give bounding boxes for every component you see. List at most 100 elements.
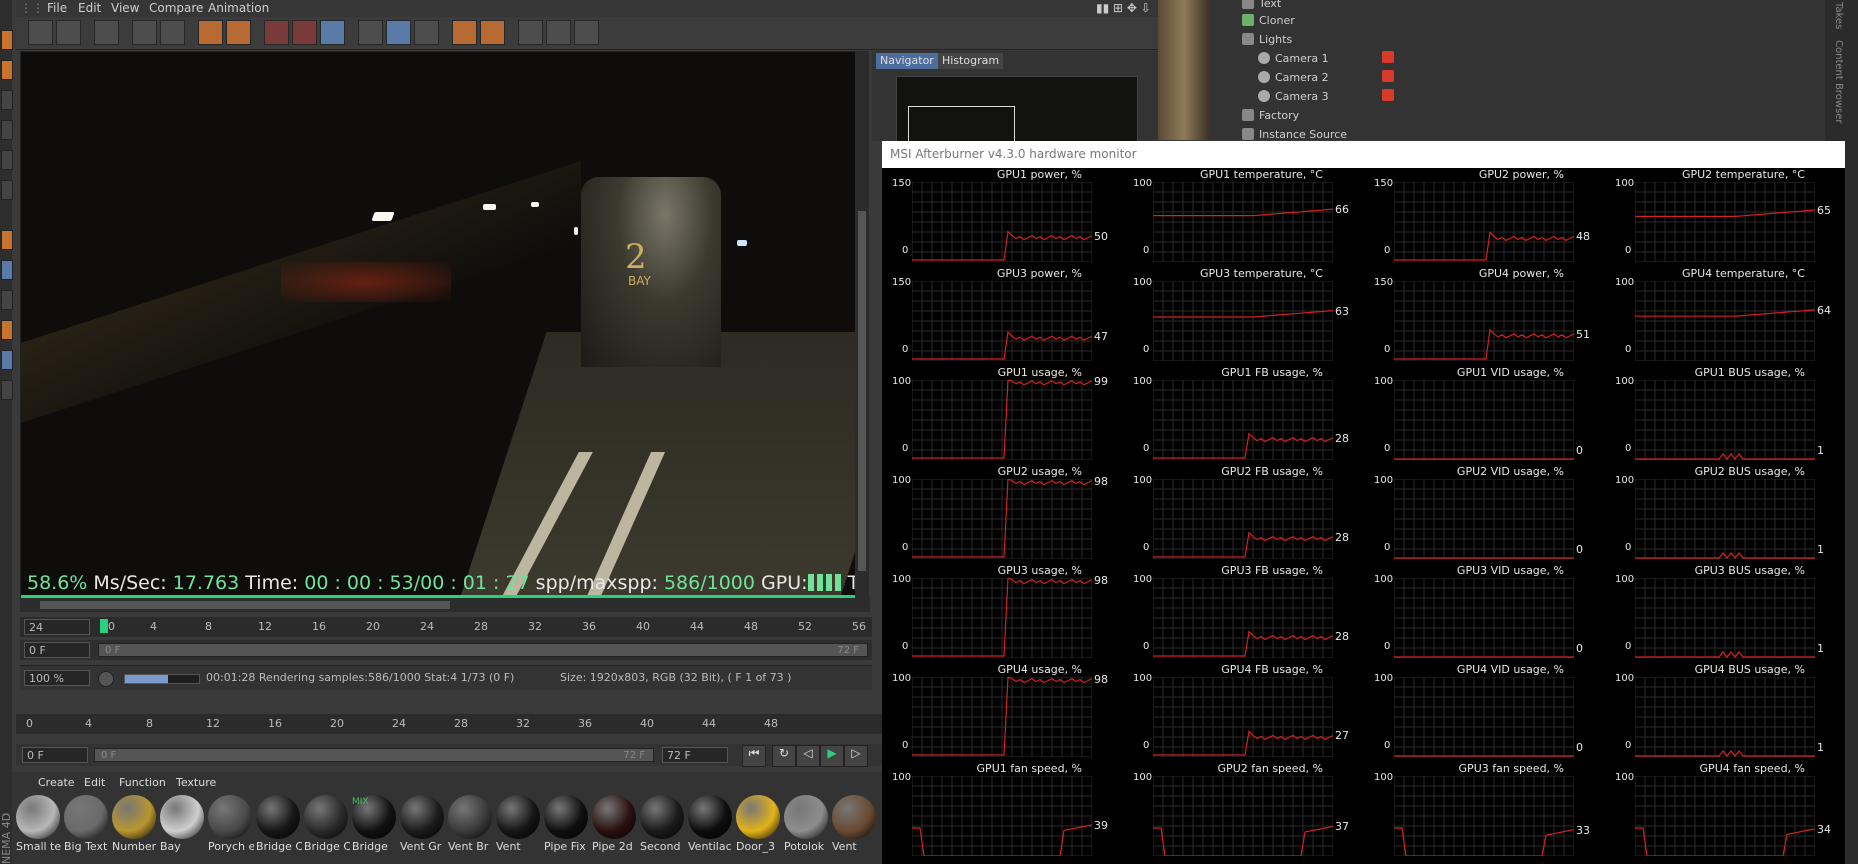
zoom-icon[interactable] (160, 20, 185, 45)
menu-function[interactable]: Function (119, 776, 166, 789)
ab-icon[interactable] (358, 20, 383, 45)
render-settings-icon[interactable] (320, 20, 345, 45)
render-region-icon[interactable] (264, 20, 289, 45)
material-ball[interactable] (160, 795, 204, 839)
ab-compare-icon[interactable] (386, 20, 411, 45)
panel-layout-icon[interactable]: ▮▮ ⊞ ✥ ⇩ (1096, 1, 1151, 15)
material-ball[interactable] (112, 795, 156, 839)
object-row[interactable]: Camera 2 (1258, 68, 1329, 87)
material-ball[interactable] (304, 795, 348, 839)
main-start-field[interactable]: 0 F (22, 747, 88, 763)
main-timeline-ruler[interactable]: 0 4 8 12 16 20 24 28 32 36 40 44 48 (16, 714, 882, 734)
tab-navigator[interactable]: Navigator (876, 53, 938, 69)
material-ball[interactable] (448, 795, 492, 839)
render-viewport[interactable]: 2 BAY 58.6% Ms/Sec: 17.763 Time: 00 : 00… (20, 51, 857, 600)
step-forward-icon[interactable]: ▷ (844, 745, 868, 767)
graph-label: GPU2 fan speed, % (1217, 762, 1323, 775)
material-ball[interactable] (64, 795, 108, 839)
menu-file[interactable]: File (47, 1, 67, 15)
paste-icon[interactable] (226, 20, 251, 45)
tab-content-browser[interactable]: Content Browser (1833, 40, 1844, 123)
menu-animation[interactable]: Animation (208, 1, 269, 15)
scroll-thumb[interactable] (40, 601, 450, 609)
camera-tag-icon[interactable] (1382, 70, 1394, 82)
go-to-start-icon[interactable]: ⏮ (742, 745, 766, 767)
tool-icon[interactable] (1, 290, 13, 310)
menu-compare[interactable]: Compare (149, 1, 203, 15)
zoom-field[interactable]: 100 % (24, 670, 90, 686)
menu-edit[interactable]: Edit (84, 776, 105, 789)
save-icon[interactable] (56, 20, 81, 45)
material-ball[interactable] (400, 795, 444, 839)
material-ball[interactable] (544, 795, 588, 839)
menu-texture[interactable]: Texture (176, 776, 216, 789)
scroll-thumb[interactable] (858, 211, 866, 571)
main-range-slider[interactable]: 0 F 72 F (94, 748, 654, 762)
set-a-icon[interactable] (452, 20, 477, 45)
playhead[interactable] (100, 619, 108, 633)
play-icon[interactable]: ▶ (820, 745, 844, 767)
tool-icon[interactable] (1, 180, 13, 200)
viewport-vertical-scrollbar[interactable] (855, 51, 869, 598)
viewport-horizontal-scrollbar[interactable] (20, 598, 870, 612)
frame-field[interactable]: 24 (24, 619, 90, 635)
menu-create[interactable]: Create (38, 776, 75, 789)
tab-takes[interactable]: Takes (1833, 2, 1844, 29)
material-ball[interactable] (736, 795, 780, 839)
material-ball[interactable] (832, 795, 876, 839)
copy-icon[interactable] (198, 20, 223, 45)
split-horizontal-icon[interactable] (518, 20, 543, 45)
viewer-timeline-ruler[interactable]: 24 0 4 8 12 16 20 24 28 32 36 40 44 48 5… (20, 617, 872, 637)
camera-tag-icon[interactable] (1382, 89, 1394, 101)
msi-graph: GPU2 temperature, °C 100 0 65 (1605, 168, 1845, 267)
object-row[interactable]: Factory (1242, 106, 1299, 125)
material-ball[interactable] (208, 795, 252, 839)
crosshair-icon[interactable] (132, 20, 157, 45)
main-end-field[interactable]: 72 F (662, 747, 728, 763)
object-row[interactable]: Camera 1 (1258, 49, 1329, 68)
material-ball[interactable] (256, 795, 300, 839)
menu-view[interactable]: View (111, 1, 139, 15)
tool-icon[interactable] (1, 150, 13, 170)
set-b-icon[interactable] (480, 20, 505, 45)
material-ball[interactable] (640, 795, 684, 839)
tool-icon[interactable] (1, 230, 13, 250)
camera-tag-icon[interactable] (1382, 51, 1394, 63)
render-frame-icon[interactable] (292, 20, 317, 45)
material-ball[interactable] (592, 795, 636, 839)
loop-icon[interactable]: ↻ (772, 745, 796, 767)
graph-min: 0 (1625, 443, 1632, 454)
grid-icon[interactable] (574, 20, 599, 45)
tool-icon[interactable] (1, 350, 13, 370)
object-row[interactable]: Lights (1242, 30, 1292, 49)
ab-split-icon[interactable] (414, 20, 439, 45)
tool-icon[interactable] (1, 320, 13, 340)
play-render-icon[interactable] (98, 671, 114, 687)
graph-current-value: 99 (1094, 374, 1108, 388)
ceiling-light (531, 202, 539, 207)
render-stats-overlay: 58.6% Ms/Sec: 17.763 Time: 00 : 00 : 53/… (27, 572, 856, 594)
tool-icon[interactable] (1, 380, 13, 400)
tool-icon[interactable] (1, 60, 13, 80)
material-ball[interactable] (16, 795, 60, 839)
tool-icon[interactable] (1, 260, 13, 280)
navigator-thumbnail[interactable] (896, 76, 1138, 148)
material-ball[interactable] (784, 795, 828, 839)
object-row[interactable]: Cloner (1242, 11, 1295, 30)
tab-histogram[interactable]: Histogram (938, 53, 1004, 69)
tool-icon[interactable] (1, 120, 13, 140)
step-back-icon[interactable]: ◁ (796, 745, 820, 767)
object-row[interactable]: Camera 3 (1258, 87, 1329, 106)
frame-range-slider[interactable]: 0 F 72 F (98, 643, 868, 657)
object-name: Instance Source (1259, 128, 1348, 141)
material-ball[interactable] (496, 795, 540, 839)
clapper-icon[interactable] (94, 20, 119, 45)
graph-current-value: 1 (1817, 741, 1824, 754)
start-frame-field[interactable]: 0 F (24, 642, 90, 658)
split-vertical-icon[interactable] (546, 20, 571, 45)
tool-icon[interactable] (1, 90, 13, 110)
open-icon[interactable] (28, 20, 53, 45)
menu-edit[interactable]: Edit (78, 1, 101, 15)
tool-icon[interactable] (1, 30, 13, 50)
material-ball[interactable] (688, 795, 732, 839)
